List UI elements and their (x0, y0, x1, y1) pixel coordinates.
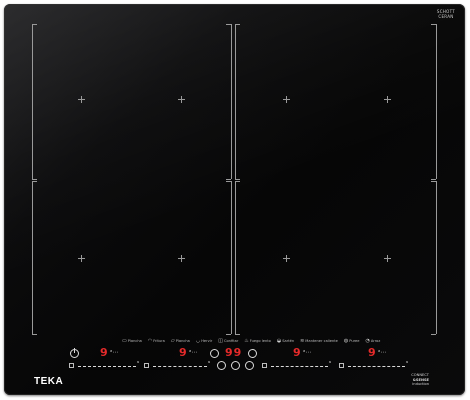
mode-half-griddle[interactable]: ▱ Plancha (170, 337, 190, 344)
zone2-level-display[interactable]: 9 (179, 347, 187, 358)
mode-label: Arroz (370, 339, 381, 343)
zone4-level-display[interactable]: 9 (368, 347, 376, 358)
zone2-bridge-icon[interactable] (144, 363, 149, 368)
mode-boil[interactable]: ◡ Hervir (195, 337, 213, 344)
zone1-level-display[interactable]: 9 (100, 347, 108, 358)
zone-bottom-right-outline-top (235, 181, 240, 182)
mode-keep-warm[interactable]: ≋ Mantener caliente (300, 337, 338, 344)
zone-top-right-outline-right (436, 24, 437, 179)
lock-button-icon[interactable] (217, 361, 226, 370)
zone-top-right-outline-left (235, 24, 236, 179)
power-button-icon[interactable] (70, 348, 79, 358)
zone-bottom-right-outline-right (436, 181, 437, 334)
slow-cook-icon: ♨ (244, 337, 249, 344)
zone-bottom-right-outline-right-bottom (431, 334, 436, 335)
zone4-power-slider[interactable] (348, 366, 405, 367)
zone1-bridge-icon[interactable] (69, 363, 74, 368)
zone-bottom-left-outline-top (32, 181, 37, 182)
zone3-bridge-icon[interactable] (262, 363, 267, 368)
casserole-icon: ◫ (218, 337, 223, 344)
pause-button-icon[interactable] (231, 361, 240, 370)
zone-bottom-left-outline-right-bottom (226, 334, 231, 335)
zone-marker-cross-icon (78, 96, 85, 103)
mode-griddle[interactable]: ▭ Plancha (122, 337, 142, 344)
zone3-function-icons[interactable]: ᵃ⋯ (303, 350, 311, 356)
mode-label: Sartén (282, 339, 295, 343)
zone1-function-icons[interactable]: ᵃ⋯ (110, 350, 118, 356)
zone-top-left-outline-right (231, 24, 232, 179)
wok-icon: ◒ (276, 337, 282, 344)
zone3-slider-max-mark: ⁹ (329, 361, 332, 367)
zone3-power-slider[interactable] (271, 366, 328, 367)
zone-bottom-right-outline-left (235, 181, 236, 334)
half-griddle-icon: ▱ (170, 337, 175, 344)
zone2-slider-max-mark: ⁹ (208, 361, 211, 367)
zone-bottom-left-outline-left (32, 181, 33, 334)
zone-bottom-right-outline-right-top (431, 181, 436, 182)
zone-bottom-left-outline-right (231, 181, 232, 334)
zone-marker-cross-icon (78, 255, 85, 262)
timer-minus-icon[interactable] (210, 349, 219, 358)
griddle-icon: ▭ (122, 337, 127, 344)
mode-rice[interactable]: ◔ Arroz (365, 337, 381, 344)
brand-logo: TEKA (34, 376, 64, 387)
zone3-level-display[interactable]: 9 (293, 347, 301, 358)
mode-label: Confitar (223, 339, 239, 343)
mode-slow-cook[interactable]: ♨ Fuego lento (244, 337, 271, 344)
fry-icon: ◠ (147, 337, 153, 344)
mode-label: Mantener caliente (305, 339, 338, 343)
mode-label: Fuego lento (249, 339, 271, 343)
mode-label: Plancha (175, 339, 190, 343)
zone-top-right-outline-bottom (235, 179, 240, 180)
keep-warm-icon: ≋ (300, 337, 305, 344)
wifi-button-icon[interactable] (245, 361, 254, 370)
zone1-slider-max-mark: ⁹ (137, 361, 140, 367)
zone-marker-cross-icon (384, 255, 391, 262)
zone-top-right-outline-right-top (431, 24, 436, 25)
zone-top-left-outline-bottom (32, 179, 37, 180)
zone-marker-cross-icon (283, 255, 290, 262)
zone2-function-icons[interactable]: ᵃ⋯ (189, 350, 197, 356)
zone-top-right-outline-right-bottom (431, 179, 436, 180)
zone-bottom-right-outline-bottom (235, 334, 240, 335)
timer-plus-icon[interactable] (248, 349, 257, 358)
sense-line-1: CONNECT (411, 373, 429, 377)
zone4-bridge-icon[interactable] (339, 363, 344, 368)
zone-marker-cross-icon (283, 96, 290, 103)
timer-display[interactable]: 99 (225, 347, 242, 358)
mode-label: Plancha (127, 339, 142, 343)
badge-line-2: CERAN (438, 14, 454, 19)
mode-label: Hervir (201, 339, 213, 343)
glass-brand-badge: SCHOTT CERAN (437, 9, 455, 19)
zone-top-left-outline-top (32, 24, 37, 25)
connect-sense-logo: CONNECT &SENSE induction (411, 373, 429, 387)
induction-hob-panel: SCHOTT CERAN ▭ Plancha ◠ Fritura ▱ Plancha … (4, 4, 465, 395)
zone-top-left-outline-right-top (226, 24, 231, 25)
zone-marker-cross-icon (384, 96, 391, 103)
mode-label: Puree (349, 339, 360, 343)
mode-wok[interactable]: ◒ Sartén (276, 337, 295, 344)
mode-confit[interactable]: ◫ Confitar (218, 337, 239, 344)
zone-top-left-outline-right-bottom (226, 179, 231, 180)
zone-bottom-left-outline-right-top (226, 181, 231, 182)
zone4-slider-max-mark: ⁹ (406, 361, 409, 367)
puree-icon: ◍ (343, 337, 349, 344)
rice-icon: ◔ (365, 337, 370, 344)
zone-top-left-outline-left (32, 24, 33, 179)
zone-marker-cross-icon (178, 96, 185, 103)
zone-marker-cross-icon (178, 255, 185, 262)
sense-line-3: induction (412, 382, 429, 386)
mode-puree[interactable]: ◍ Puree (343, 337, 360, 344)
zone-bottom-left-outline-bottom (32, 334, 37, 335)
zone1-power-slider[interactable] (78, 366, 136, 367)
cooking-mode-strip: ▭ Plancha ◠ Fritura ▱ Plancha ◡ Hervir ◫ Conf… (122, 337, 380, 345)
zone-top-right-outline-top (235, 24, 240, 25)
mode-label: Fritura (153, 339, 165, 343)
zone2-power-slider[interactable] (153, 366, 207, 367)
mode-fry[interactable]: ◠ Fritura (147, 337, 165, 344)
pot-icon: ◡ (195, 337, 201, 344)
zone4-function-icons[interactable]: ᵃ⋯ (378, 350, 386, 356)
